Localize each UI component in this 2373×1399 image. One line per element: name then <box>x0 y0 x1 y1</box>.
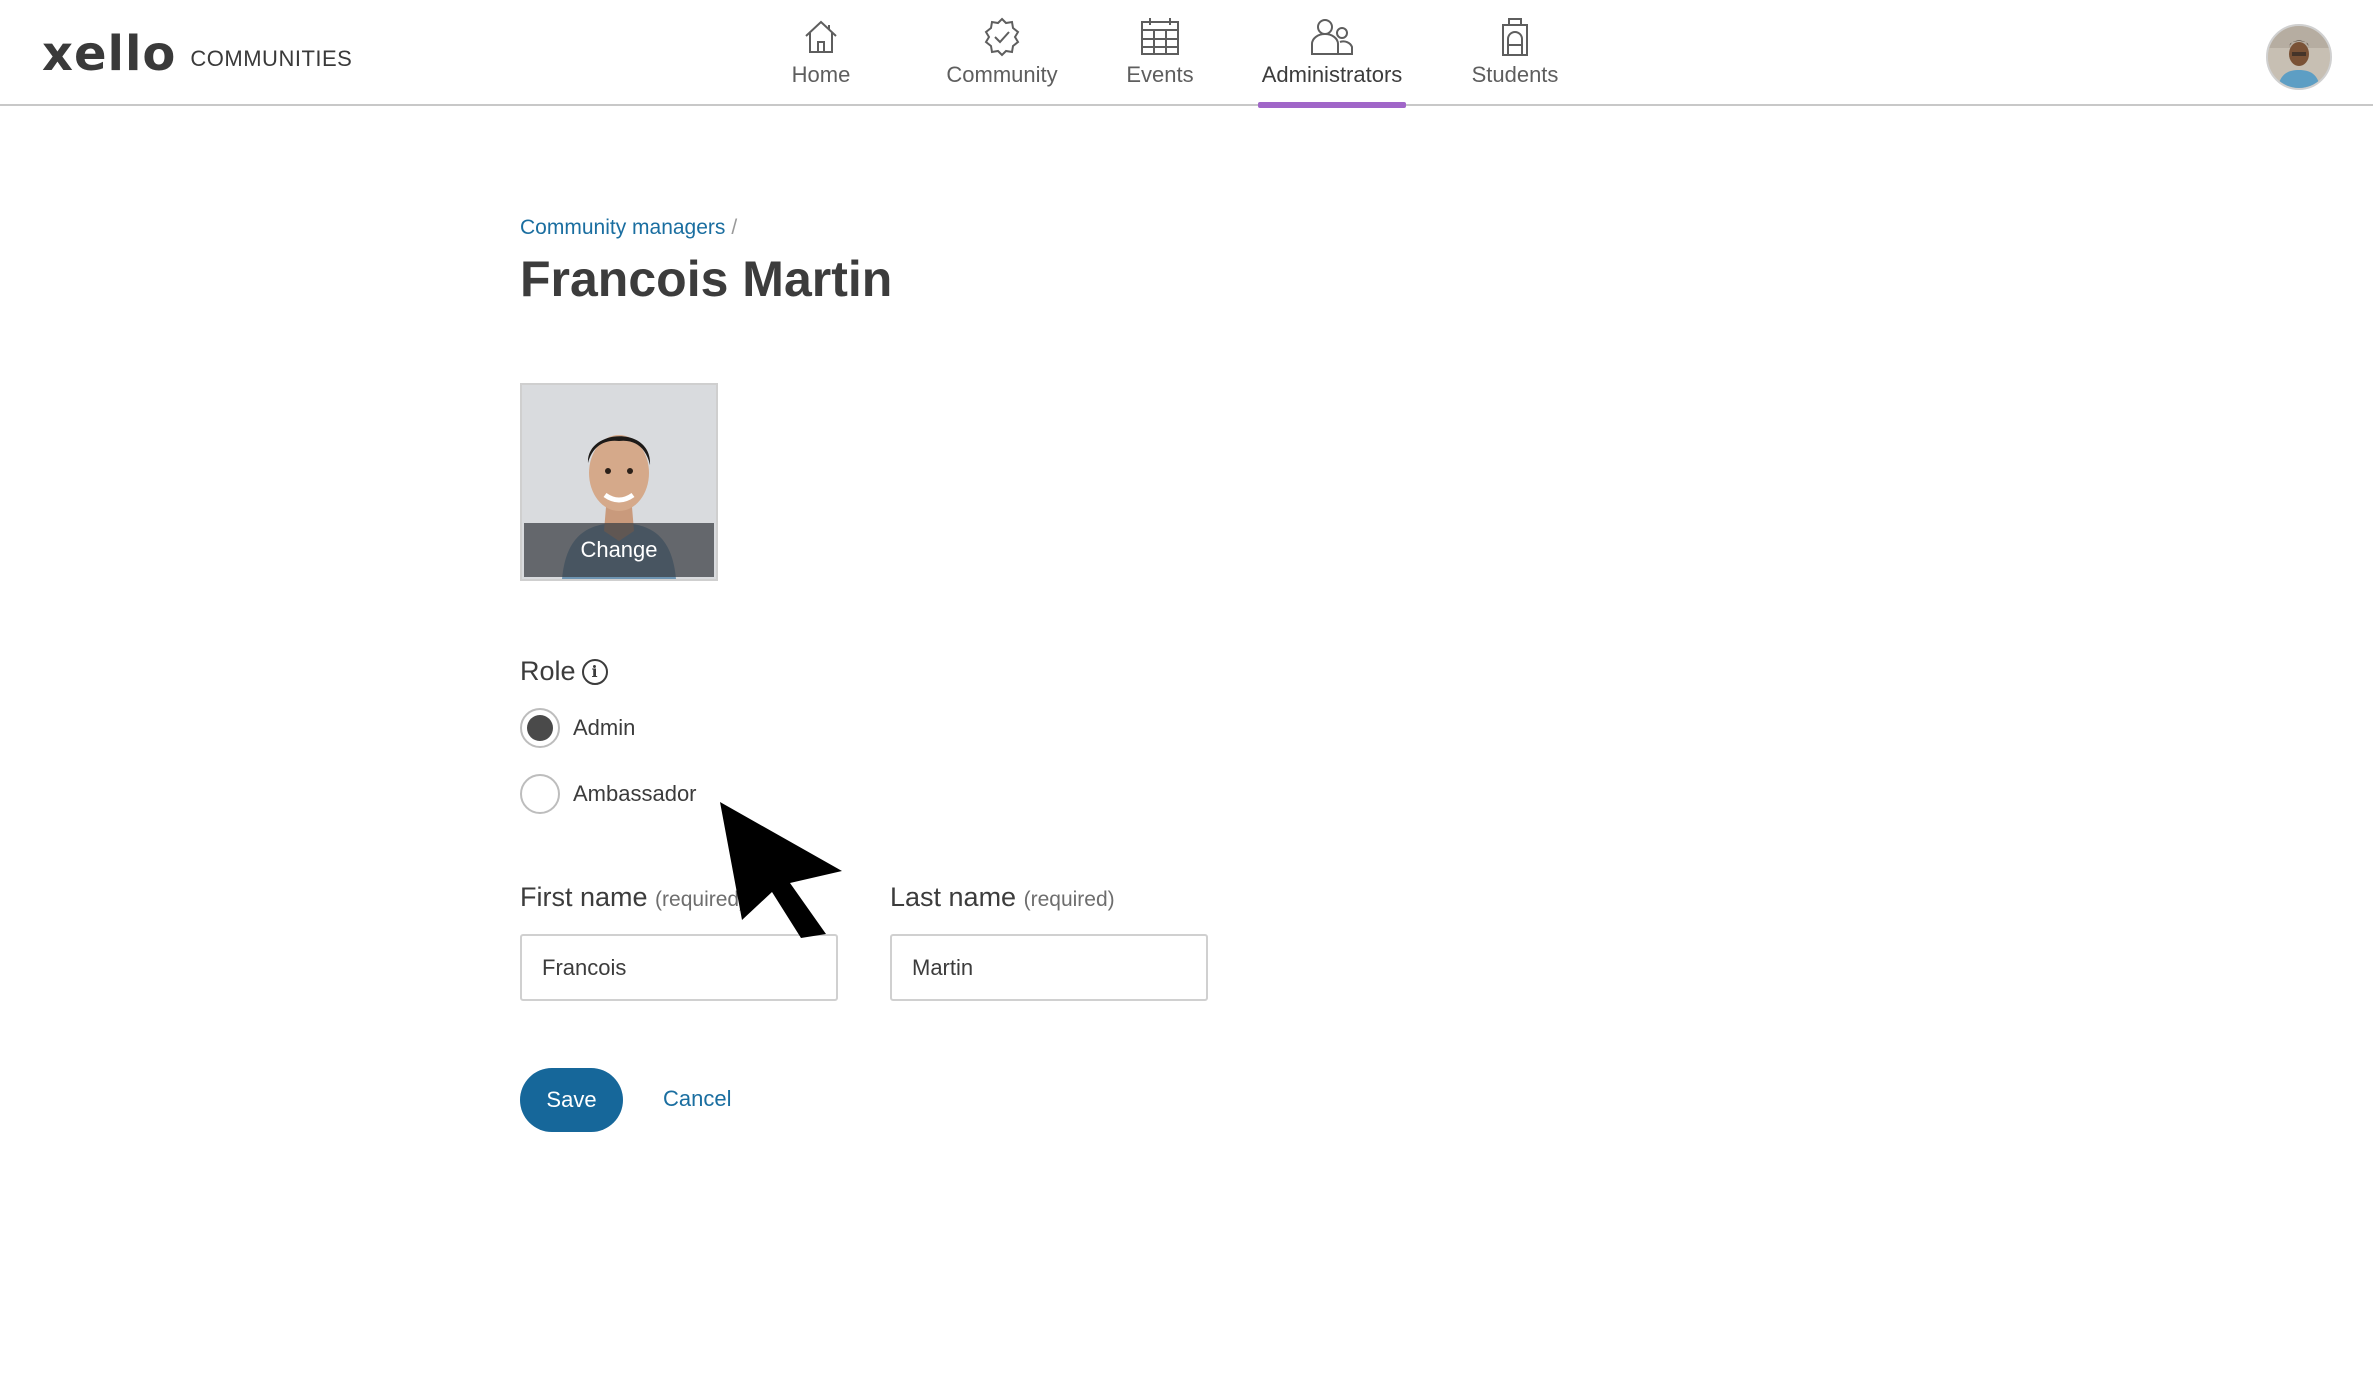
xello-logo[interactable]: xello COMMUNITIES <box>42 28 352 80</box>
user-avatar[interactable] <box>2266 24 2332 90</box>
nav-label: Home <box>791 62 851 87</box>
nav-label: Community <box>946 62 1058 87</box>
ambassador-radio[interactable] <box>520 774 560 814</box>
change-photo-button[interactable]: Change <box>524 523 714 577</box>
admin-radio[interactable] <box>520 708 560 748</box>
first-name-label-text: First name <box>520 882 648 912</box>
role-option-admin[interactable]: Admin <box>520 708 635 748</box>
page-title: Francois Martin <box>520 251 893 307</box>
save-button[interactable]: Save <box>520 1068 623 1132</box>
last-name-input[interactable] <box>890 934 1208 1001</box>
first-name-input[interactable] <box>520 934 838 1001</box>
nav-label: Students <box>1471 62 1559 87</box>
first-name-label: First name (required) <box>520 882 746 913</box>
mouse-pointer-icon <box>720 802 842 938</box>
required-note: (required) <box>655 888 747 911</box>
logo-product-name: COMMUNITIES <box>190 46 353 71</box>
nav-item-home[interactable]: Home <box>790 0 852 106</box>
role-label-text: Role <box>520 656 576 686</box>
cancel-link[interactable]: Cancel <box>663 1086 731 1112</box>
breadcrumb-community-managers-link[interactable]: Community managers <box>520 216 725 239</box>
nav-label: Administrators <box>1261 62 1403 87</box>
nav-item-administrators[interactable]: Administrators <box>1258 0 1406 108</box>
required-note: (required) <box>1023 888 1115 911</box>
info-icon[interactable]: i <box>581 658 608 685</box>
radio-label: Admin <box>573 715 636 740</box>
radio-label: Ambassador <box>573 781 697 806</box>
home-icon <box>798 14 844 60</box>
active-tab-indicator <box>1258 102 1406 108</box>
logo-wordmark: xello <box>42 26 177 82</box>
breadcrumb: Community managers / <box>520 216 737 240</box>
radio-selected-dot <box>527 715 553 741</box>
nav-item-community[interactable]: Community <box>944 0 1060 106</box>
last-name-label-text: Last name <box>890 882 1017 912</box>
people-icon <box>1309 14 1355 60</box>
backpack-icon <box>1492 14 1538 60</box>
role-option-ambassador[interactable]: Ambassador <box>520 774 697 814</box>
nav-label: Events <box>1126 62 1194 87</box>
profile-photo[interactable]: Change <box>520 383 718 581</box>
last-name-label: Last name (required) <box>890 882 1115 913</box>
role-field-label: Role i <box>520 656 608 687</box>
calendar-icon <box>1137 14 1183 60</box>
verified-badge-icon <box>979 14 1025 60</box>
breadcrumb-separator: / <box>731 216 738 239</box>
nav-item-events[interactable]: Events <box>1125 0 1195 106</box>
top-navigation-bar: xello COMMUNITIES Home Community Events … <box>0 0 2373 108</box>
nav-item-students[interactable]: Students <box>1470 0 1560 106</box>
